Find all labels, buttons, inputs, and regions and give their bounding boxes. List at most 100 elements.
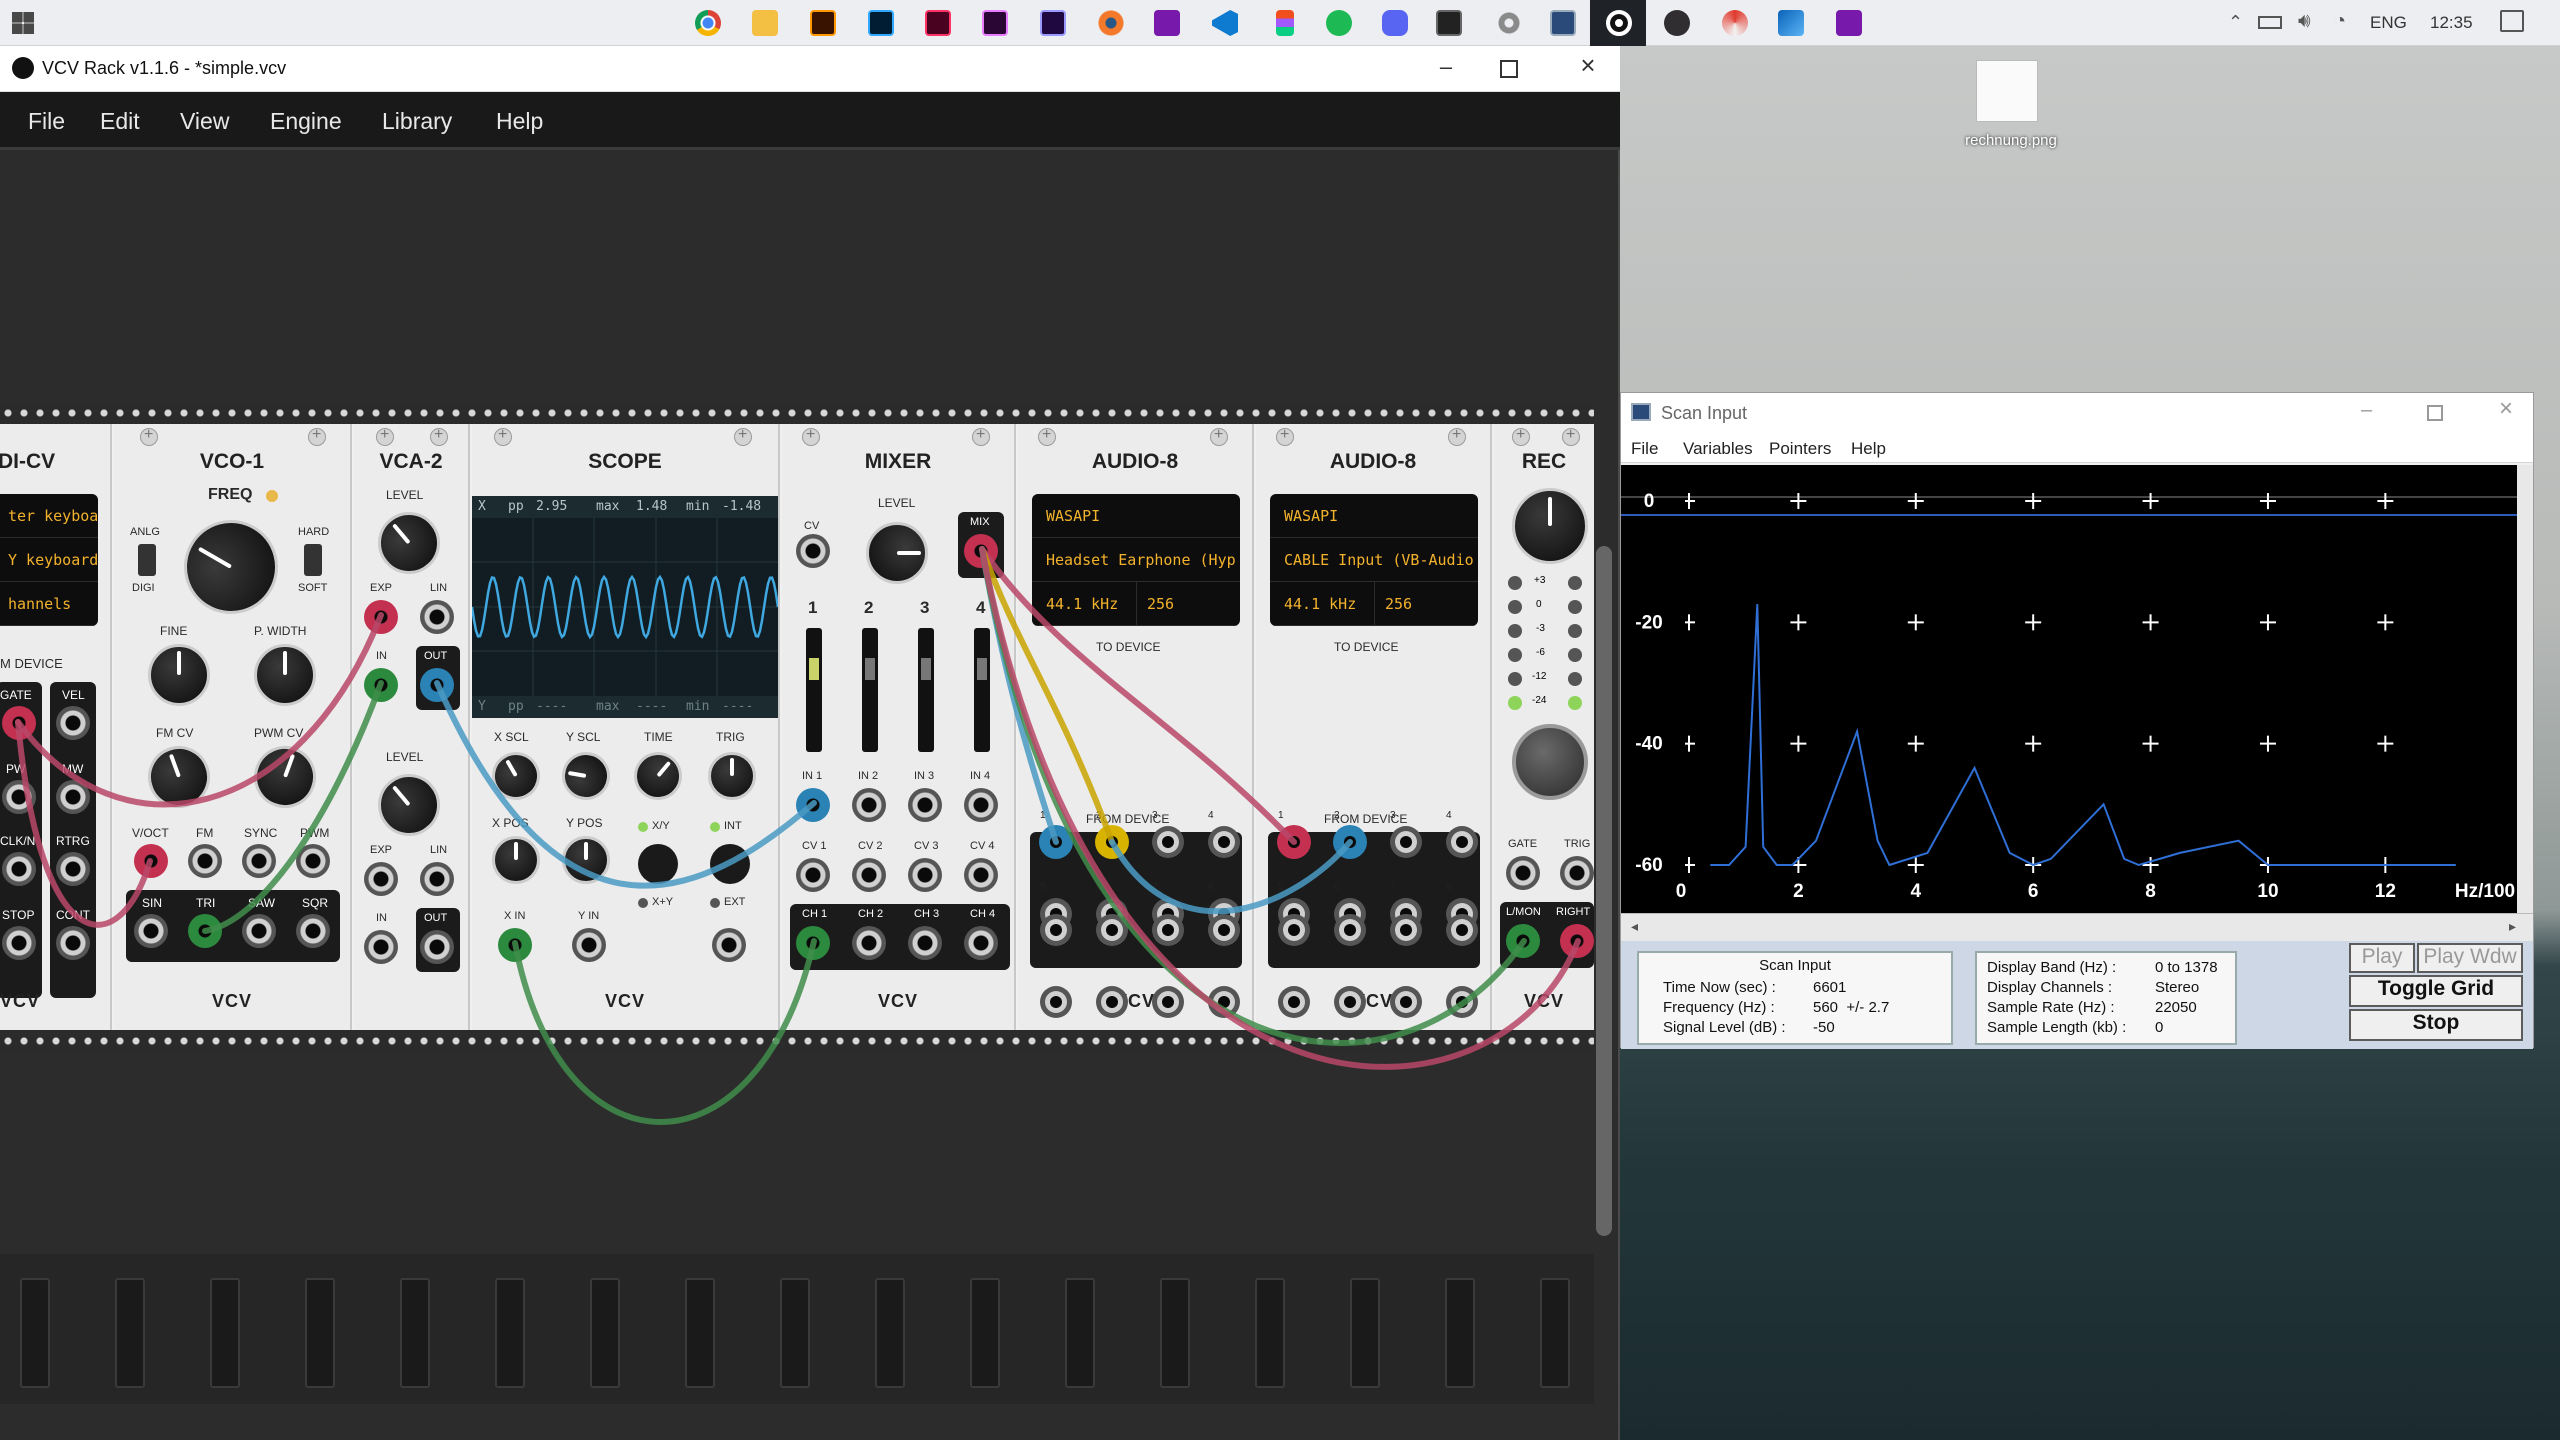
audio-sample-rate[interactable]: 44.1 kHz <box>1032 582 1136 625</box>
rec-button[interactable] <box>1512 724 1588 800</box>
midi-rtrg-jack[interactable] <box>56 852 90 886</box>
midi-gate-jack[interactable] <box>2 706 36 740</box>
vscode-icon[interactable] <box>1212 10 1238 36</box>
fmcv-knob[interactable] <box>139 737 219 817</box>
desktop-file-icon[interactable] <box>1976 60 2038 122</box>
mixer-cv1-jack[interactable] <box>796 858 830 892</box>
hard-soft-switch[interactable] <box>304 544 322 576</box>
vca1-lin-jack[interactable] <box>420 600 454 634</box>
audio1-display[interactable]: WASAPI Headset Earphone (Hyp 44.1 kHz 25… <box>1032 494 1240 626</box>
audio-driver[interactable]: WASAPI <box>1270 494 1478 538</box>
settings-gear-icon[interactable] <box>1496 10 1522 36</box>
rec-gain-knob[interactable] <box>1512 488 1588 564</box>
pwidth-knob[interactable] <box>254 644 316 706</box>
rec-right-jack[interactable] <box>1560 924 1594 958</box>
trig-knob[interactable] <box>708 752 756 800</box>
xscl-knob[interactable] <box>483 743 549 809</box>
play-window-button[interactable]: Play Wdw <box>2417 943 2523 973</box>
mixer-ch1-jack[interactable] <box>796 926 830 960</box>
vca2-out-jack[interactable] <box>420 930 454 964</box>
photoshop-icon[interactable] <box>868 10 894 36</box>
explorer-icon[interactable] <box>752 10 778 36</box>
module-scope[interactable]: SCOPE X pp 2.95 max 1.48 min -1.48 <box>472 424 780 1030</box>
yscl-knob[interactable] <box>558 748 614 804</box>
yin-jack[interactable] <box>572 928 606 962</box>
audio-sample-rate[interactable]: 44.1 kHz <box>1270 582 1374 625</box>
tray-chevron-icon[interactable]: ⌃ <box>2228 12 2243 33</box>
onenote2-icon[interactable] <box>1836 10 1862 36</box>
volume-icon[interactable]: 🔊︎ <box>2298 10 2311 33</box>
ch2-fader[interactable] <box>862 628 878 752</box>
module-midi-cv[interactable]: DI-CV ter keyboar Y keyboard hannels M D… <box>0 424 112 1030</box>
mixer-cv4-jack[interactable] <box>964 858 998 892</box>
midi-pw-jack[interactable] <box>2 780 36 814</box>
notifications-icon[interactable] <box>2500 10 2524 32</box>
ch4-fader[interactable] <box>974 628 990 752</box>
module-mixer[interactable]: MIXER LEVEL CV MIX 1 2 3 4 IN 1 IN 2 IN … <box>782 424 1016 1030</box>
discord-icon[interactable] <box>1382 10 1408 36</box>
scroll-right-icon[interactable]: ▸ <box>2509 918 2516 935</box>
mixer-level-knob[interactable] <box>866 522 928 584</box>
onenote-icon[interactable] <box>1154 10 1180 36</box>
chrome-icon[interactable] <box>695 10 721 36</box>
ch1-fader[interactable] <box>806 628 822 752</box>
pwmcv-knob[interactable] <box>245 737 325 817</box>
vca2-in-jack[interactable] <box>364 930 398 964</box>
maximize-button[interactable] <box>1500 60 1518 78</box>
mixer-ch4-jack[interactable] <box>964 926 998 960</box>
mix-out-jack[interactable] <box>964 534 998 568</box>
xy-button[interactable] <box>638 844 678 884</box>
blender-icon[interactable] <box>1098 10 1124 36</box>
scan-close-button[interactable]: × <box>2499 395 2513 423</box>
fine-knob[interactable] <box>148 644 210 706</box>
scope-display[interactable]: X pp 2.95 max 1.48 min -1.48 Y pp ---- m… <box>472 496 778 718</box>
voct-jack[interactable] <box>134 844 168 878</box>
midi-cont-jack[interactable] <box>56 926 90 960</box>
midi-vel-jack[interactable] <box>56 706 90 740</box>
photos-icon[interactable] <box>1778 10 1804 36</box>
sync-jack[interactable] <box>242 844 276 878</box>
audio-block-size[interactable]: 256 <box>1374 582 1412 625</box>
mixer-cv-jack[interactable] <box>796 534 830 568</box>
vca2-level-knob[interactable] <box>365 761 453 849</box>
module-audio-8-1[interactable]: AUDIO-8 WASAPI Headset Earphone (Hyp 44.… <box>1018 424 1254 1030</box>
xin-jack[interactable] <box>498 928 532 962</box>
wifi-icon[interactable]: ◔ <box>2334 10 2346 33</box>
anlg-digi-switch[interactable] <box>138 544 156 576</box>
audio-device[interactable]: CABLE Input (VB-Audio <box>1270 538 1478 582</box>
stop-button[interactable]: Stop <box>2349 1009 2523 1041</box>
scan-menu-pointers[interactable]: Pointers <box>1769 439 1831 459</box>
module-rec[interactable]: REC +3 0 -3 -6 -12 -24 GATE TRIG L/MON R… <box>1494 424 1594 1030</box>
midi-stop-jack[interactable] <box>2 926 36 960</box>
scan-menu-help[interactable]: Help <box>1851 439 1886 459</box>
vca1-in-jack[interactable] <box>364 668 398 702</box>
scan-menu-variables[interactable]: Variables <box>1683 439 1753 459</box>
rec-trig-jack[interactable] <box>1560 856 1594 890</box>
vcv-rack-icon[interactable] <box>1606 10 1632 36</box>
vertical-scrollbar[interactable] <box>1596 546 1612 1236</box>
menu-library[interactable]: Library <box>382 108 452 135</box>
figma-icon[interactable] <box>1276 10 1294 36</box>
scan-app-icon[interactable] <box>1550 10 1576 36</box>
close-button[interactable]: × <box>1570 50 1606 86</box>
vca1-level-knob[interactable] <box>365 499 453 587</box>
clock[interactable]: 12:35 <box>2430 13 2473 33</box>
app-r-icon[interactable] <box>1436 10 1462 36</box>
scroll-left-icon[interactable]: ◂ <box>1631 918 1638 935</box>
vca2-lin-jack[interactable] <box>420 862 454 896</box>
aftereffects-icon[interactable] <box>1040 10 1066 36</box>
ext-trig-jack[interactable] <box>712 928 746 962</box>
menu-view[interactable]: View <box>180 108 229 135</box>
vcv-titlebar[interactable]: VCV Rack v1.1.6 - *simple.vcv – × <box>0 46 1620 92</box>
audio-driver[interactable]: WASAPI <box>1032 494 1240 538</box>
scan-maximize-button[interactable] <box>2427 405 2443 421</box>
mixer-cv3-jack[interactable] <box>908 858 942 892</box>
mixer-in1-jack[interactable] <box>796 788 830 822</box>
int-ext-button[interactable] <box>710 844 750 884</box>
xpos-knob[interactable] <box>492 836 540 884</box>
premiere-icon[interactable] <box>982 10 1008 36</box>
minimize-button[interactable]: – <box>1428 54 1464 84</box>
sqr-jack[interactable] <box>296 914 330 948</box>
menu-edit[interactable]: Edit <box>100 108 140 135</box>
midi-mw-jack[interactable] <box>56 780 90 814</box>
